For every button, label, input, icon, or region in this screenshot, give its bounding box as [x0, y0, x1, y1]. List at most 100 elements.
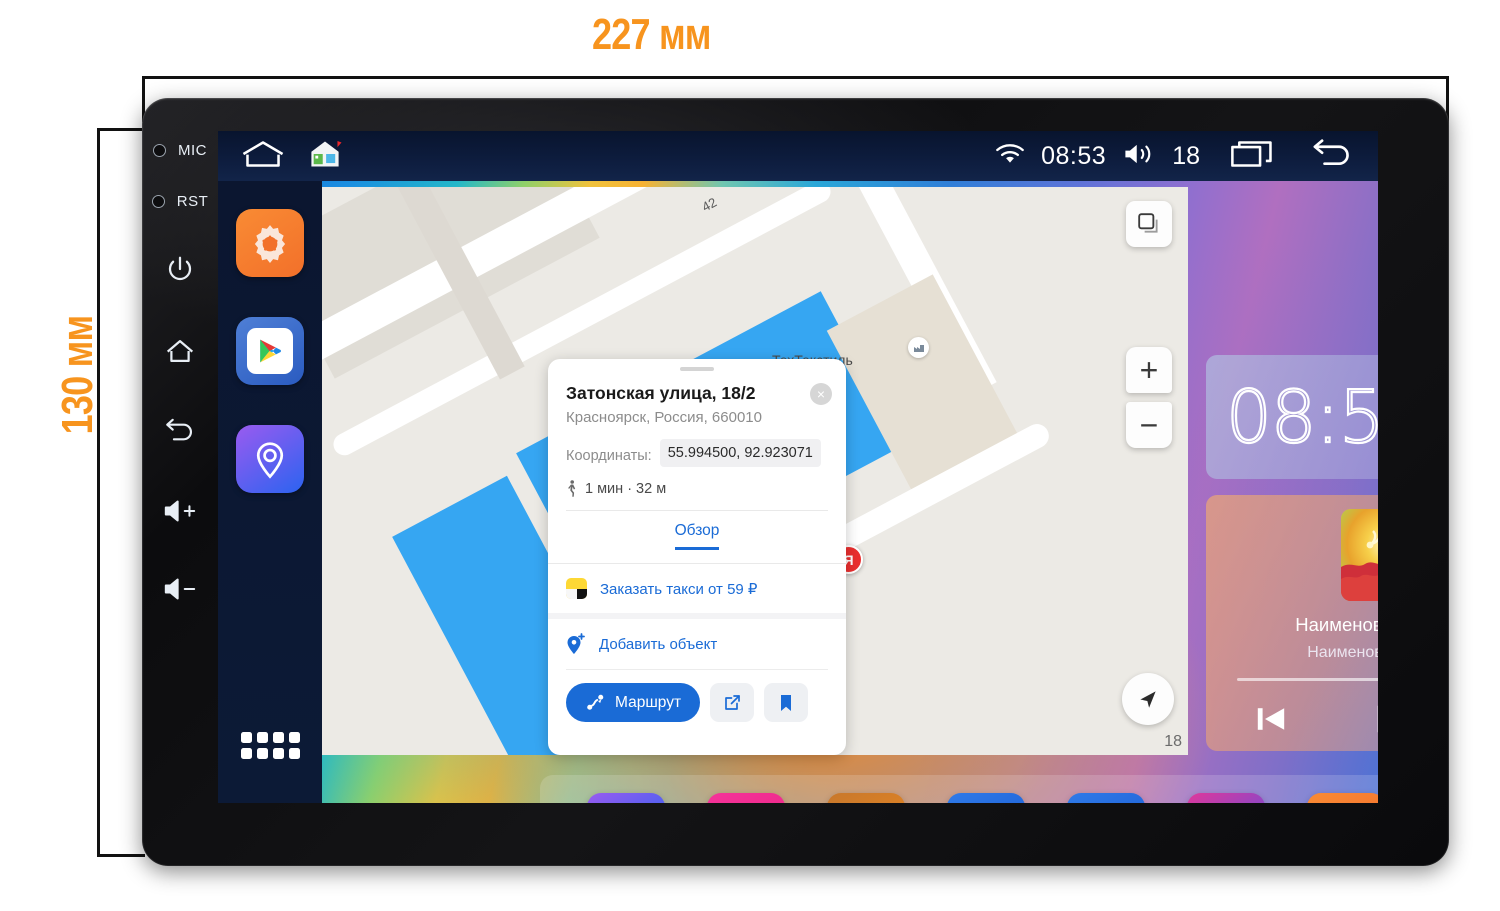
- song-title: Наименование песни: [1295, 614, 1378, 635]
- wifi-icon[interactable]: [995, 142, 1025, 171]
- map-zoom-in-button[interactable]: +: [1126, 347, 1172, 393]
- dimension-tick-left-bottom: [97, 854, 145, 857]
- bluetooth-tile[interactable]: [1067, 793, 1145, 803]
- volume-level: 18: [1172, 141, 1200, 170]
- back-arrow-icon[interactable]: [1310, 138, 1356, 175]
- route-icon: [587, 694, 604, 710]
- map-zoom-out-button[interactable]: −: [1126, 402, 1172, 448]
- dimension-line-top: [142, 76, 1449, 79]
- map-layers-button[interactable]: [1126, 201, 1172, 247]
- taxi-icon: [566, 578, 587, 600]
- walk-time-text: 1 мин · 32 м: [585, 480, 667, 497]
- settings-tile[interactable]: [1307, 793, 1378, 803]
- dimension-line-left: [97, 128, 100, 857]
- zoom-out-label: −: [1139, 407, 1159, 443]
- play-button[interactable]: [1367, 699, 1378, 744]
- card-action-row: Маршрут: [548, 683, 846, 723]
- reset-led-icon: [151, 195, 165, 208]
- previous-track-button[interactable]: [1253, 701, 1289, 742]
- add-object-label: Добавить объект: [599, 635, 718, 653]
- coordinates-value[interactable]: 55.994500, 92.923071: [659, 439, 821, 468]
- coordinates-label: Координаты:: [566, 448, 652, 464]
- equalizer-tile[interactable]: [1187, 793, 1265, 803]
- back-button[interactable]: [142, 418, 218, 446]
- mic-indicator: MIC: [142, 142, 218, 159]
- radio-tile[interactable]: [947, 793, 1025, 803]
- place-title: Затонская улица, 18/2: [566, 383, 756, 403]
- rail-item-play-store[interactable]: [236, 317, 304, 385]
- close-icon[interactable]: ×: [810, 383, 832, 405]
- order-taxi-row[interactable]: Заказать такси от 59 ₽: [548, 564, 846, 613]
- tab-overview[interactable]: Обзор: [674, 522, 720, 551]
- route-button-label: Маршрут: [615, 693, 682, 711]
- height-dimension-label: 130 мм: [53, 315, 102, 435]
- dock-item-video[interactable]: Видео: [806, 793, 926, 803]
- app-drawer-icon[interactable]: [240, 732, 300, 759]
- song-artist: Наименование певца: [1307, 644, 1378, 661]
- add-object-row[interactable]: Добавить объект: [548, 619, 846, 669]
- power-button[interactable]: [142, 254, 218, 284]
- map-label-18: 18: [1164, 733, 1182, 750]
- reset-indicator: RST: [142, 193, 218, 210]
- mic-label: MIC: [178, 142, 207, 159]
- dock-item-equalizer[interactable]: Эквалайзер: [1166, 793, 1286, 803]
- coordinates-row: Координаты: 55.994500, 92.923071: [566, 439, 828, 468]
- location-pin-icon: [256, 442, 284, 479]
- clock-time: 08:53: [1225, 374, 1378, 459]
- share-icon: [725, 694, 740, 710]
- hardware-button-strip: MIC RST: [142, 98, 218, 866]
- bookmark-button[interactable]: [764, 683, 809, 723]
- volume-up-button[interactable]: [142, 498, 218, 524]
- width-dimension-label: 227 мм: [592, 10, 712, 59]
- locate-arrow-icon: [1140, 691, 1156, 708]
- video-tile[interactable]: [827, 793, 905, 803]
- play-store-icon: [260, 339, 281, 363]
- dock-item-bluetooth[interactable]: Bluetooth: [1046, 793, 1166, 803]
- recent-apps-icon[interactable]: [1230, 139, 1274, 174]
- clock-widget[interactable]: 08:53 2022/05/20 Пятница: [1206, 355, 1378, 479]
- album-art: [1341, 509, 1378, 601]
- dock-item-music[interactable]: Музыка: [686, 793, 806, 803]
- house-app-icon[interactable]: [308, 139, 342, 174]
- dock-item-radio[interactable]: Радио: [926, 793, 1046, 803]
- route-button[interactable]: Маршрут: [566, 683, 701, 723]
- play-icon: [1377, 705, 1378, 733]
- music-tile[interactable]: [707, 793, 785, 803]
- dimension-tick-left-top: [97, 128, 145, 131]
- mic-led-icon: [153, 144, 166, 157]
- map-locate-button[interactable]: [1122, 673, 1174, 725]
- status-bar: 08:53 18: [218, 131, 1378, 181]
- dock-item-settings[interactable]: Настройки: [1286, 793, 1378, 803]
- car-head-unit-device: MIC RST 08:53 18 42 Я + − 18 × Затонская…: [142, 98, 1449, 866]
- share-button[interactable]: [710, 683, 755, 723]
- app-dock: Навигация Музыка: [540, 775, 1378, 803]
- status-time: 08:53: [1041, 141, 1107, 170]
- add-place-icon: [567, 633, 585, 655]
- previous-track-icon: [1257, 708, 1285, 730]
- reset-label: RST: [176, 193, 209, 210]
- touchscreen-display[interactable]: 08:53 18 42 Я + − 18 × Затонская улица, …: [218, 131, 1378, 803]
- home-button[interactable]: [142, 336, 218, 366]
- pedestrian-icon: [568, 480, 576, 497]
- card-tab-row: Обзор: [548, 511, 846, 551]
- walk-time-row: 1 мин · 32 м: [566, 480, 828, 497]
- rail-item-navigation[interactable]: [236, 425, 304, 493]
- rail-item-settings[interactable]: [236, 209, 304, 277]
- place-info-card[interactable]: × Затонская улица, 18/2 Красноярск, Росс…: [548, 359, 846, 755]
- bookmark-icon: [781, 694, 792, 711]
- volume-down-button[interactable]: [142, 576, 218, 602]
- zoom-in-label: +: [1139, 352, 1159, 388]
- place-subtitle: Красноярск, Россия, 660010: [566, 409, 762, 426]
- row-separator-thin: [566, 669, 828, 671]
- app-rail: [218, 181, 322, 803]
- map-label-42: 42: [699, 194, 720, 215]
- map-poi-factory-icon[interactable]: [908, 337, 929, 358]
- home-outline-icon[interactable]: [240, 139, 286, 174]
- music-widget[interactable]: Наименование песни Наименование певца: [1206, 495, 1378, 751]
- volume-icon[interactable]: [1122, 141, 1156, 172]
- progress-bar[interactable]: [1237, 678, 1378, 681]
- dock-item-navigation[interactable]: Навигация: [566, 793, 686, 803]
- order-taxi-label: Заказать такси от 59 ₽: [600, 580, 758, 598]
- navigation-tile[interactable]: [587, 793, 665, 803]
- gear-icon: [254, 225, 286, 263]
